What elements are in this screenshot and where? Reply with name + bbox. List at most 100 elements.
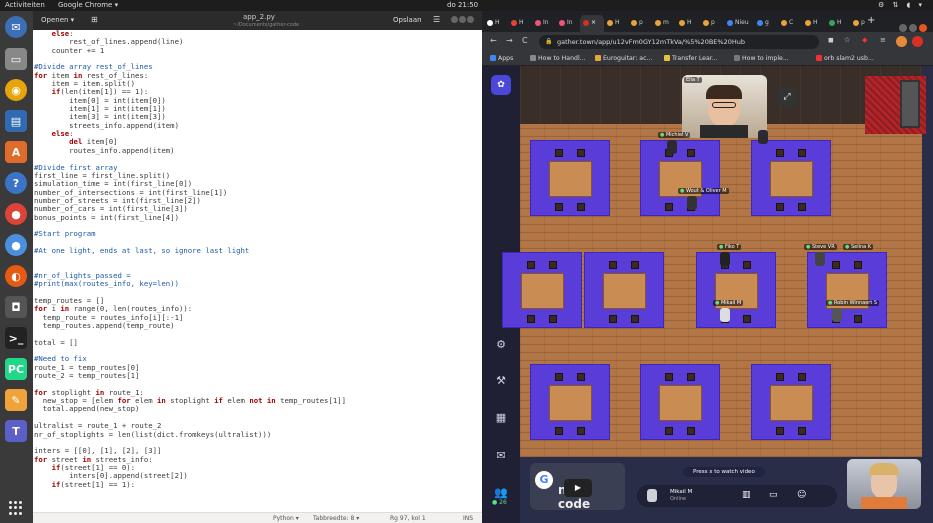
user-avatar[interactable] xyxy=(647,489,657,502)
meeting-pod[interactable] xyxy=(751,140,831,216)
thunderbird-icon[interactable]: ✉ xyxy=(5,16,27,38)
text-editor-icon[interactable]: ✎ xyxy=(5,389,27,411)
profile-avatar[interactable] xyxy=(896,36,907,47)
browser-tab[interactable]: H xyxy=(604,15,628,32)
clock[interactable]: do 21:50 xyxy=(447,0,478,11)
tab-width-selector[interactable]: Tabbreedte: 8 ▾ xyxy=(313,515,359,522)
meeting-pod[interactable] xyxy=(530,364,610,440)
open-button[interactable]: Openen ▾ xyxy=(41,16,74,24)
avatar-robin[interactable] xyxy=(832,308,842,322)
code-area[interactable]: else: rest_of_lines.append(line) counter… xyxy=(33,30,482,512)
bookmark-item[interactable]: orb slam2 usb... xyxy=(816,55,874,62)
user-status[interactable]: Online xyxy=(670,496,686,502)
code-line[interactable]: temp_routes.append(temp_route) xyxy=(34,321,482,330)
code-line[interactable] xyxy=(34,222,482,230)
meeting-pod[interactable] xyxy=(640,140,720,216)
terminal-icon[interactable]: >_ xyxy=(5,327,27,349)
code-line[interactable]: #At one light, ends at last, so ignore l… xyxy=(34,246,482,255)
meeting-pod[interactable] xyxy=(640,364,720,440)
bookmark-item[interactable]: Transfer Lear... xyxy=(664,55,718,62)
files-icon[interactable]: ▭ xyxy=(5,48,27,70)
meeting-pod[interactable] xyxy=(584,252,664,328)
browser-tab[interactable]: H xyxy=(826,15,850,32)
expand-video-icon[interactable]: ⤢ xyxy=(777,87,797,107)
settings-icon[interactable]: ⚙ xyxy=(494,338,508,352)
browser-tab[interactable]: H xyxy=(484,15,508,32)
code-line[interactable]: total = [] xyxy=(34,338,482,347)
browser-tab[interactable]: Nieu xyxy=(724,15,754,32)
browser-tab[interactable]: × xyxy=(580,15,604,32)
maximize-icon[interactable] xyxy=(459,16,466,23)
show-apps-icon[interactable] xyxy=(9,501,23,515)
close-icon[interactable] xyxy=(467,16,474,23)
reload-icon[interactable]: C xyxy=(522,36,528,45)
avatar-michiel[interactable] xyxy=(667,140,677,154)
bookmark-item[interactable]: Apps xyxy=(490,55,513,62)
code-line[interactable] xyxy=(34,330,482,338)
close-icon[interactable] xyxy=(919,24,927,32)
software-center-icon[interactable]: A xyxy=(5,141,27,163)
code-line[interactable]: nr_of_stoplights = len(list(dict.fromkey… xyxy=(34,430,482,439)
language-selector[interactable]: Python ▾ xyxy=(273,515,299,522)
youtube-preview[interactable]: G nash code ▶ xyxy=(530,463,625,510)
browser-tab[interactable]: H xyxy=(676,15,700,32)
back-icon[interactable]: ← xyxy=(490,36,497,45)
meeting-pod[interactable] xyxy=(502,252,582,328)
browser-tab[interactable]: H xyxy=(802,15,826,32)
participant-video-ella[interactable]: Ella T xyxy=(682,75,767,138)
code-line[interactable]: total.append(new_stop) xyxy=(34,405,482,414)
maximize-icon[interactable] xyxy=(909,24,917,32)
bookmark-item[interactable]: How to Handl... xyxy=(530,55,586,62)
self-video[interactable] xyxy=(847,459,921,509)
rhythmbox-icon[interactable]: ◉ xyxy=(5,79,27,101)
bookmark-item[interactable]: How to imple... xyxy=(734,55,789,62)
browser-tab[interactable]: m xyxy=(652,15,676,32)
code-line[interactable]: route_2 = temp_routes[1] xyxy=(34,371,482,380)
cursor-position[interactable]: Rg 97, kol 1 xyxy=(390,515,426,522)
media-icon[interactable]: ≡ xyxy=(880,36,886,44)
forward-icon[interactable]: → xyxy=(506,36,513,45)
avatar-fiko[interactable] xyxy=(720,252,730,266)
chromium-icon[interactable]: ● xyxy=(5,234,27,256)
camera-icon[interactable]: ◘ xyxy=(5,296,27,318)
participants-icon[interactable]: 👥 xyxy=(494,486,508,500)
build-hammer-icon[interactable]: ⚒ xyxy=(494,374,508,388)
meeting-pod[interactable] xyxy=(696,252,776,328)
firefox-icon[interactable]: ◐ xyxy=(5,265,27,287)
play-icon[interactable]: ▶ xyxy=(564,479,592,497)
code-line[interactable]: routes_info.append(item) xyxy=(34,146,482,155)
chrome-icon[interactable]: ● xyxy=(5,203,27,225)
code-line[interactable]: #print(max(routes_info, key=len)) xyxy=(34,280,482,288)
writer-icon[interactable]: ▤ xyxy=(5,110,27,132)
camera-ext-icon[interactable]: ◼ xyxy=(828,36,834,44)
browser-tab[interactable]: C xyxy=(778,15,802,32)
url-bar[interactable]: 🔒 gather.town/app/u12vFm0GY12mTkVa/%5%20B… xyxy=(539,35,819,49)
screen-share-icon[interactable]: ▭ xyxy=(769,490,778,500)
browser-tab[interactable]: p xyxy=(850,15,874,32)
star-icon[interactable]: ☆ xyxy=(844,36,850,44)
code-line[interactable]: streets_info.append(item) xyxy=(34,121,482,130)
minimize-icon[interactable] xyxy=(451,16,458,23)
code-line[interactable]: counter += 1 xyxy=(34,46,482,55)
avatar-mikail[interactable] xyxy=(720,308,730,322)
code-line[interactable]: if(street[1] == 1): xyxy=(34,480,482,489)
code-line[interactable] xyxy=(34,255,482,263)
avatar-steve[interactable] xyxy=(815,252,825,266)
pycharm-icon[interactable]: PC xyxy=(5,358,27,380)
app-menu[interactable]: Google Chrome ▾ xyxy=(58,0,118,11)
hamburger-menu-icon[interactable]: ☰ xyxy=(433,15,440,24)
gather-logo-icon[interactable]: ✿ xyxy=(491,75,511,95)
teams-icon[interactable]: T xyxy=(5,420,27,442)
browser-tab[interactable]: In xyxy=(556,15,580,32)
bookmark-item[interactable]: Euroguitar: ac... xyxy=(595,55,652,62)
system-tray[interactable]: ⚙ ⇅ ◖ ▾ xyxy=(878,0,925,11)
avatar-right-top[interactable] xyxy=(758,130,768,144)
code-line[interactable]: #Start program xyxy=(34,230,482,238)
save-button[interactable]: Opslaan xyxy=(393,16,422,24)
minimize-icon[interactable] xyxy=(899,24,907,32)
browser-tab[interactable]: g xyxy=(754,15,778,32)
code-line[interactable] xyxy=(34,347,482,355)
calendar-icon[interactable]: ▦ xyxy=(494,411,508,425)
browser-tab[interactable]: H xyxy=(508,15,532,32)
code-line[interactable]: bonus_points = int(first_line[4]) xyxy=(34,213,482,222)
